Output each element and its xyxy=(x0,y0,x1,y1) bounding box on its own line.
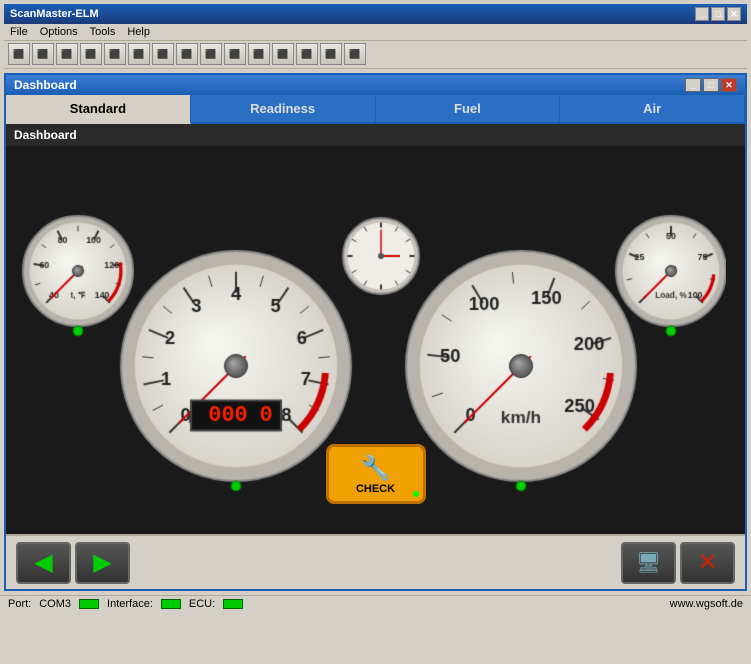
toolbar-btn-5[interactable]: ⬛ xyxy=(104,43,126,65)
toolbar-btn-7[interactable]: ⬛ xyxy=(152,43,174,65)
nav-buttons-left: ◀ ▶ xyxy=(16,542,130,584)
monitor-button[interactable]: 🖥 xyxy=(621,542,676,584)
toolbar-btn-6[interactable]: ⬛ xyxy=(128,43,150,65)
app-minimize-btn[interactable]: _ xyxy=(695,7,709,21)
dashboard-content: Dashboard 🔧 CHECK xyxy=(6,124,745,534)
back-arrow-icon: ◀ xyxy=(34,548,52,577)
toolbar-btn-3[interactable]: ⬛ xyxy=(56,43,78,65)
forward-button[interactable]: ▶ xyxy=(75,542,130,584)
toolbar: ⬛ ⬛ ⬛ ⬛ ⬛ ⬛ ⬛ ⬛ ⬛ ⬛ ⬛ ⬛ ⬛ ⬛ ⬛ xyxy=(4,41,747,69)
interface-label: Interface: xyxy=(107,598,153,610)
check-engine-light: 🔧 CHECK xyxy=(326,444,426,504)
toolbar-btn-9[interactable]: ⬛ xyxy=(200,43,222,65)
app-title: ScanMaster-ELM xyxy=(10,8,99,20)
close-button[interactable]: ✕ xyxy=(680,542,735,584)
toolbar-btn-10[interactable]: ⬛ xyxy=(224,43,246,65)
ecu-indicator xyxy=(223,599,243,609)
menu-bar: File Options Tools Help xyxy=(4,24,747,41)
toolbar-btn-4[interactable]: ⬛ xyxy=(80,43,102,65)
monitor-icon: 🖥 xyxy=(636,550,661,575)
port-indicator xyxy=(79,599,99,609)
tab-bar: Standard Readiness Fuel Air xyxy=(6,95,745,124)
dashboard-title-bar: Dashboard _ □ ✕ xyxy=(6,75,745,95)
status-bar: Port: COM3 Interface: ECU: www.wgsoft.de xyxy=(0,595,751,612)
menu-file[interactable]: File xyxy=(10,26,28,38)
dash-minimize-btn[interactable]: _ xyxy=(685,78,701,92)
check-engine-label: CHECK xyxy=(356,483,395,495)
dashboard-window: Dashboard _ □ ✕ Standard Readiness Fuel … xyxy=(4,73,747,591)
menu-tools[interactable]: Tools xyxy=(90,26,116,38)
status-left: Port: COM3 Interface: ECU: xyxy=(8,598,243,610)
tab-readiness[interactable]: Readiness xyxy=(191,95,376,122)
engine-icon: 🔧 xyxy=(361,454,391,483)
port-value: COM3 xyxy=(39,598,71,610)
toolbar-btn-11[interactable]: ⬛ xyxy=(248,43,270,65)
app-title-bar: ScanMaster-ELM _ □ ✕ xyxy=(4,4,747,24)
menu-help[interactable]: Help xyxy=(127,26,150,38)
toolbar-btn-8[interactable]: ⬛ xyxy=(176,43,198,65)
port-label: Port: xyxy=(8,598,31,610)
dash-maximize-btn[interactable]: □ xyxy=(703,78,719,92)
ecu-label: ECU: xyxy=(189,598,215,610)
tab-standard[interactable]: Standard xyxy=(6,95,191,124)
app-win-buttons: _ □ ✕ xyxy=(695,7,741,21)
menu-options[interactable]: Options xyxy=(40,26,78,38)
dash-win-buttons: _ □ ✕ xyxy=(685,78,737,92)
toolbar-btn-13[interactable]: ⬛ xyxy=(296,43,318,65)
app-close-btn[interactable]: ✕ xyxy=(727,7,741,21)
interface-indicator xyxy=(161,599,181,609)
toolbar-btn-15[interactable]: ⬛ xyxy=(344,43,366,65)
nav-buttons-right: 🖥 ✕ xyxy=(621,542,735,584)
toolbar-btn-14[interactable]: ⬛ xyxy=(320,43,342,65)
dashboard-section-label: Dashboard xyxy=(6,124,745,146)
forward-arrow-icon: ▶ xyxy=(93,548,111,577)
app-title-bar-outer: ScanMaster-ELM _ □ ✕ File Options Tools … xyxy=(0,0,751,69)
check-engine-container: 🔧 CHECK xyxy=(326,444,426,504)
bottom-nav-bar: ◀ ▶ 🖥 ✕ xyxy=(6,534,745,589)
check-engine-status-dot xyxy=(413,491,419,497)
app-maximize-btn[interactable]: □ xyxy=(711,7,725,21)
toolbar-btn-1[interactable]: ⬛ xyxy=(8,43,30,65)
toolbar-btn-2[interactable]: ⬛ xyxy=(32,43,54,65)
tab-air[interactable]: Air xyxy=(560,95,745,122)
dash-close-btn[interactable]: ✕ xyxy=(721,78,737,92)
back-button[interactable]: ◀ xyxy=(16,542,71,584)
toolbar-btn-12[interactable]: ⬛ xyxy=(272,43,294,65)
tab-fuel[interactable]: Fuel xyxy=(376,95,561,122)
website-label: www.wgsoft.de xyxy=(670,598,743,610)
close-icon: ✕ xyxy=(697,548,717,577)
dashboard-title: Dashboard xyxy=(14,78,77,92)
